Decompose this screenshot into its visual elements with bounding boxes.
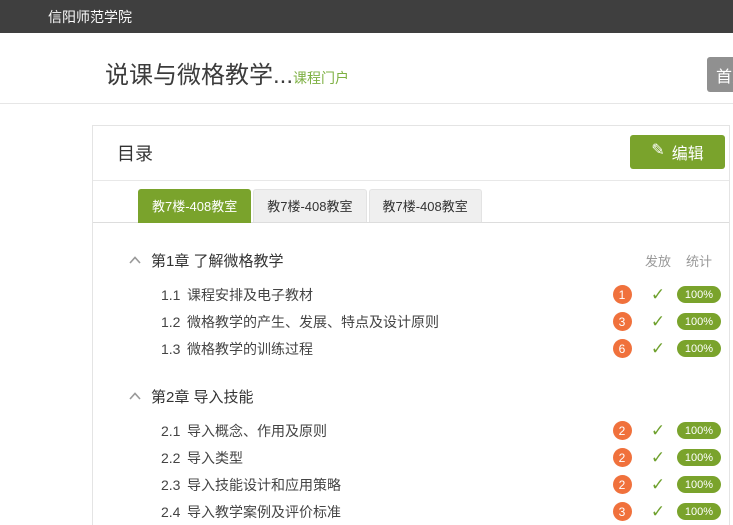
task-count-badge: 2 [613, 475, 632, 494]
distribute-check-icon[interactable]: ✓ [651, 313, 665, 330]
distribute-check-icon[interactable]: ✓ [651, 286, 665, 303]
section-title[interactable]: 微格教学的产生、发展、特点及设计原则 [187, 312, 604, 332]
catalog-card: 目录 ✎ 编辑 教7楼-408教室 教7楼-408教室 教7楼-408教室 第1… [92, 125, 730, 525]
progress-badge[interactable]: 100% [677, 286, 721, 303]
classroom-tabs: 教7楼-408教室 教7楼-408教室 教7楼-408教室 [93, 189, 729, 223]
section-number: 2.3 [161, 477, 187, 493]
distribute-check-icon[interactable]: ✓ [651, 422, 665, 439]
tab-classroom-3[interactable]: 教7楼-408教室 [369, 189, 482, 222]
chapter-rows: 1.1 课程安排及电子教材 1 ✓ 100% 1.2 微格教学的产生、发展、特点… [93, 281, 729, 362]
section-number: 1.3 [161, 341, 187, 357]
chapter-header: 第2章 导入技能 [93, 384, 729, 408]
chapter-section-2: 第2章 导入技能 2.1 导入概念、作用及原则 2 ✓ 100% 2.2 导入类… [93, 384, 729, 525]
section-title[interactable]: 微格教学的训练过程 [187, 339, 604, 359]
distribute-check-icon[interactable]: ✓ [651, 449, 665, 466]
section-number: 2.4 [161, 504, 187, 520]
edit-button-label: 编辑 [672, 140, 704, 164]
section-row: 2.4 导入教学案例及评价标准 3 ✓ 100% [93, 498, 729, 525]
progress-badge[interactable]: 100% [677, 503, 721, 520]
task-count-badge: 2 [613, 421, 632, 440]
progress-badge[interactable]: 100% [677, 422, 721, 439]
section-number: 1.2 [161, 314, 187, 330]
school-name: 信阳师范学院 [48, 7, 132, 27]
section-number: 1.1 [161, 287, 187, 303]
section-row: 2.2 导入类型 2 ✓ 100% [93, 444, 729, 471]
column-distribute: 发放 [640, 251, 676, 270]
section-title[interactable]: 导入教学案例及评价标准 [187, 502, 604, 522]
task-count-badge: 3 [613, 312, 632, 331]
section-title[interactable]: 导入概念、作用及原则 [187, 421, 604, 441]
section-number: 2.2 [161, 450, 187, 466]
task-count-badge: 1 [613, 285, 632, 304]
chapter-header: 第1章 了解微格教学 发放 统计 [93, 248, 729, 272]
section-row: 2.3 导入技能设计和应用策略 2 ✓ 100% [93, 471, 729, 498]
task-count-badge: 6 [613, 339, 632, 358]
section-title[interactable]: 导入类型 [187, 448, 604, 468]
progress-badge[interactable]: 100% [677, 476, 721, 493]
home-button[interactable]: 首页 [707, 57, 733, 92]
progress-badge[interactable]: 100% [677, 449, 721, 466]
catalog-card-header: 目录 ✎ 编辑 [93, 126, 729, 181]
course-portal-link[interactable]: 课程门户 [293, 68, 349, 88]
edit-button[interactable]: ✎ 编辑 [630, 135, 725, 169]
section-title[interactable]: 课程安排及电子教材 [187, 285, 604, 305]
section-row: 1.3 微格教学的训练过程 6 ✓ 100% [93, 335, 729, 362]
distribute-check-icon[interactable]: ✓ [651, 503, 665, 520]
collapse-chevron-icon[interactable] [129, 256, 141, 264]
top-navbar: 信阳师范学院 [0, 0, 733, 33]
section-row: 2.1 导入概念、作用及原则 2 ✓ 100% [93, 417, 729, 444]
section-row: 1.1 课程安排及电子教材 1 ✓ 100% [93, 281, 729, 308]
chapter-title[interactable]: 第2章 导入技能 [151, 386, 729, 407]
chapter-rows: 2.1 导入概念、作用及原则 2 ✓ 100% 2.2 导入类型 2 ✓ 100… [93, 417, 729, 525]
distribute-check-icon[interactable]: ✓ [651, 476, 665, 493]
section-number: 2.1 [161, 423, 187, 439]
task-count-badge: 2 [613, 448, 632, 467]
distribute-check-icon[interactable]: ✓ [651, 340, 665, 357]
section-title[interactable]: 导入技能设计和应用策略 [187, 475, 604, 495]
column-headers: 发放 统计 [604, 251, 722, 270]
collapse-chevron-icon[interactable] [129, 392, 141, 400]
course-header: 说课与微格教学...课程门户 首页 [0, 33, 733, 104]
chapter-title[interactable]: 第1章 了解微格教学 [151, 250, 604, 271]
pencil-icon: ✎ [651, 143, 664, 159]
chapter-section-1: 第1章 了解微格教学 发放 统计 1.1 课程安排及电子教材 1 ✓ 100% … [93, 248, 729, 362]
tab-classroom-2[interactable]: 教7楼-408教室 [253, 189, 366, 222]
column-stats: 统计 [676, 251, 722, 270]
progress-badge[interactable]: 100% [677, 340, 721, 357]
catalog-title: 目录 [117, 140, 153, 166]
section-row: 1.2 微格教学的产生、发展、特点及设计原则 3 ✓ 100% [93, 308, 729, 335]
progress-badge[interactable]: 100% [677, 313, 721, 330]
tab-classroom-1[interactable]: 教7楼-408教室 [138, 189, 251, 223]
course-title: 说课与微格教学... [105, 55, 293, 90]
task-count-badge: 3 [613, 502, 632, 521]
